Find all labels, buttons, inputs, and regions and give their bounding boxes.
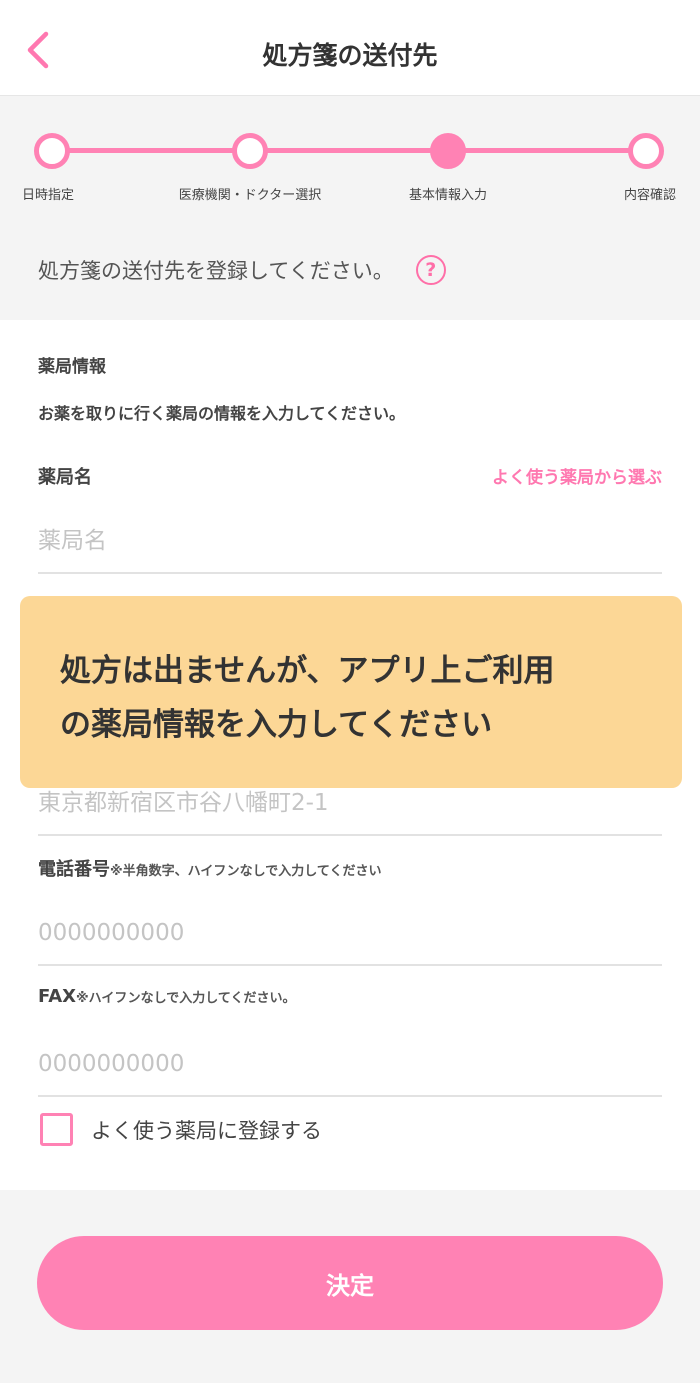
fax-label: FAX※ハイフンなしで入力してください。 (38, 986, 296, 1007)
save-favorite-checkbox[interactable] (40, 1113, 73, 1146)
section-description: お薬を取りに行く薬局の情報を入力してください。 (38, 404, 406, 423)
step-label: 医療機関・ドクター選択 (178, 188, 322, 203)
phone-input[interactable] (38, 902, 662, 966)
pharmacy-name-label: 薬局名 (38, 467, 92, 488)
fax-note: ※ハイフンなしで入力してください。 (76, 991, 296, 1006)
pharmacy-name-input[interactable] (38, 510, 662, 574)
intro-text: 処方箋の送付先を登録してください。 (38, 259, 394, 283)
step-label: 基本情報入力 (408, 188, 487, 203)
save-favorite-row[interactable]: よく使う薬局に登録する (40, 1113, 322, 1146)
intro-row: 処方箋の送付先を登録してください。 ? (38, 255, 446, 285)
fax-input[interactable] (38, 1033, 662, 1097)
choose-favorite-pharmacy-link[interactable]: よく使う薬局から選ぶ (492, 463, 662, 488)
step-dot (34, 133, 70, 169)
step-label: 内容確認 (623, 188, 676, 203)
progress-stepper: 日時指定 医療機関・ドクター選択 基本情報入力 内容確認 (0, 96, 700, 226)
stepper-line (52, 148, 648, 153)
step-label: 日時指定 (22, 188, 75, 203)
phone-note: ※半角数字、ハイフンなしで入力してください (110, 864, 382, 879)
help-icon[interactable]: ? (415, 255, 446, 285)
notice-line-1: 処方は出ませんが、アプリ上ご利用 (60, 653, 555, 689)
step-dot-active (430, 133, 466, 169)
step-dot (628, 133, 664, 169)
phone-label: 電話番号※半角数字、ハイフンなしで入力してください (38, 855, 381, 881)
submit-button[interactable]: 決定 (37, 1236, 663, 1330)
phone-label-text: 電話番号 (38, 859, 110, 880)
step-dot (232, 133, 268, 169)
fax-label-text: FAX (38, 986, 77, 1007)
notice-line-2: の薬局情報を入力してください (60, 707, 493, 743)
save-favorite-label: よく使う薬局に登録する (91, 1118, 322, 1143)
page-title: 処方箋の送付先 (262, 41, 438, 70)
section-title: 薬局情報 (38, 357, 106, 377)
notice-banner: 処方は出ませんが、アプリ上ご利用 の薬局情報を入力してください (20, 596, 682, 788)
header-bar: 処方箋の送付先 (0, 0, 700, 96)
